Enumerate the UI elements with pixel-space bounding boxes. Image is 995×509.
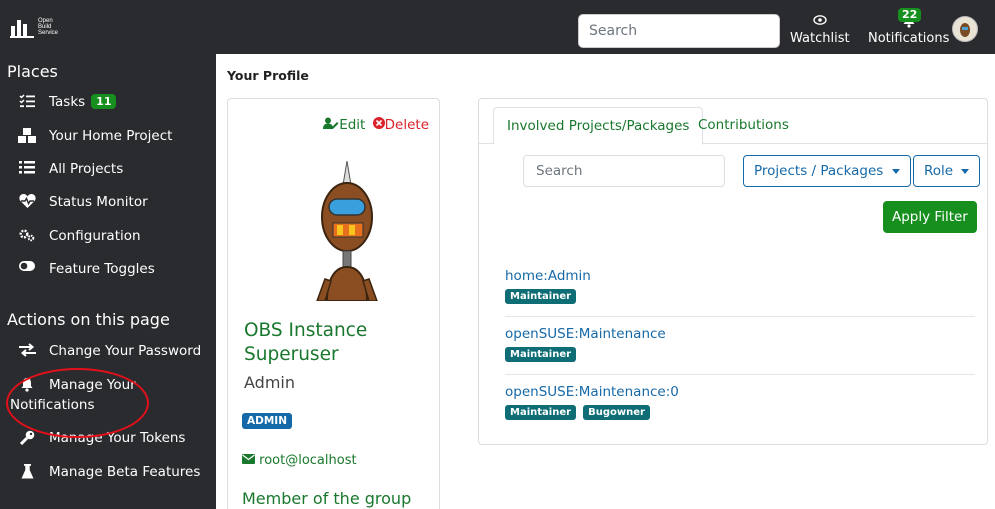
notifications-count-badge: 22: [898, 8, 922, 22]
global-search-input[interactable]: Search: [578, 14, 780, 48]
project-link[interactable]: home:Admin: [505, 268, 977, 284]
actions-heading: Actions on this page: [7, 310, 170, 329]
list-item: home:Admin Maintainer: [505, 268, 977, 304]
apply-filter-button[interactable]: Apply Filter: [883, 201, 977, 233]
envelope-icon: [242, 454, 255, 464]
list-item: openSUSE:Maintenance:0 Maintainer Bugown…: [505, 384, 977, 420]
sidebar-item-feature-toggles[interactable]: Feature Toggles: [17, 261, 155, 277]
email-text: root@localhost: [259, 453, 357, 468]
cogs-icon: [17, 228, 37, 242]
sidebar-item-label: Status Monitor: [49, 194, 148, 210]
member-of-group-heading: Member of the group: [242, 489, 412, 508]
tab-involved-projects[interactable]: Involved Projects/Packages: [493, 107, 704, 145]
involvement-search-input[interactable]: Search: [523, 155, 725, 187]
sidebar-item-label: All Projects: [49, 161, 124, 177]
logo-text: Open Build Service: [38, 18, 58, 36]
project-link[interactable]: openSUSE:Maintenance:0: [505, 384, 977, 400]
role-badge: Bugowner: [583, 405, 650, 420]
projects-packages-dropdown[interactable]: Projects / Packages: [743, 155, 911, 187]
watchlist-button[interactable]: Watchlist: [790, 13, 850, 46]
edit-label: Edit: [339, 117, 366, 133]
profile-realname: OBS Instance Superuser: [244, 319, 367, 367]
list-icon: [17, 161, 37, 174]
profile-name-line: Superuser: [244, 344, 339, 365]
eye-icon: [790, 13, 850, 31]
sidebar-item-home-project[interactable]: Your Home Project: [17, 128, 172, 144]
tasks-count-badge: 11: [91, 94, 117, 109]
sidebar-item-status-monitor[interactable]: Status Monitor: [17, 194, 148, 210]
role-badge: Maintainer: [505, 289, 577, 304]
list-item: openSUSE:Maintenance Maintainer: [505, 326, 977, 362]
sidebar-item-label: Change Your Password: [49, 343, 202, 359]
profile-login: Admin: [244, 373, 295, 392]
flask-icon: [17, 464, 37, 479]
sidebar-item-label: Your Home Project: [49, 128, 173, 144]
dropdown-label: Projects / Packages: [754, 163, 884, 179]
sidebar-item-beta-features[interactable]: Manage Beta Features: [17, 464, 200, 480]
delete-profile-button[interactable]: Delete: [372, 117, 429, 133]
sidebar-item-tasks[interactable]: Tasks 11: [17, 94, 117, 110]
sidebar-item-change-password[interactable]: Change Your Password: [17, 343, 201, 359]
admin-badge: ADMIN: [242, 413, 292, 429]
sidebar-item-configuration[interactable]: Configuration: [17, 228, 141, 244]
project-link[interactable]: openSUSE:Maintenance: [505, 326, 977, 342]
cubes-icon: [17, 128, 37, 143]
caret-down-icon: [891, 169, 900, 174]
obs-logo-icon: [10, 20, 34, 38]
user-edit-icon: [323, 117, 339, 129]
role-badge: Maintainer: [505, 405, 577, 420]
sidebar-item-label: Tasks: [49, 94, 86, 110]
watchlist-label: Watchlist: [790, 31, 850, 46]
edit-profile-button[interactable]: Edit: [323, 117, 369, 133]
places-heading: Places: [7, 62, 58, 81]
role-badge: Maintainer: [505, 347, 577, 362]
toggle-icon: [17, 261, 37, 271]
caret-down-icon: [961, 169, 970, 174]
times-circle-icon: [372, 117, 385, 129]
sidebar: Places Tasks 11 Your Home Project All Pr…: [0, 54, 216, 509]
profile-email-link[interactable]: root@localhost: [242, 453, 357, 468]
key-icon: [17, 430, 37, 445]
profile-actions: Edit Delete: [323, 117, 429, 133]
logo-text-line: Service: [38, 30, 59, 36]
divider: [505, 374, 975, 375]
profile-card: Edit Delete OBS Instance Superuser Admin…: [227, 98, 440, 509]
top-navbar: Open Build Service Search Watchlist Noti…: [0, 0, 995, 54]
delete-label: Delete: [384, 117, 429, 133]
annotation-circle: [6, 368, 149, 438]
role-dropdown[interactable]: Role: [913, 155, 981, 187]
tab-contributions[interactable]: Contributions: [685, 107, 802, 145]
sidebar-item-label: Configuration: [49, 228, 141, 244]
involvement-card: Involved Projects/Packages Contributions…: [478, 98, 988, 445]
sidebar-item-label: Manage Beta Features: [49, 464, 201, 480]
dropdown-label: Role: [924, 163, 954, 179]
user-avatar[interactable]: [952, 16, 978, 42]
tasks-icon: [17, 94, 37, 108]
obs-logo[interactable]: Open Build Service: [10, 10, 110, 44]
sidebar-item-all-projects[interactable]: All Projects: [17, 161, 123, 177]
divider: [505, 316, 975, 317]
profile-name-line: OBS Instance: [244, 320, 368, 341]
heartbeat-icon: [17, 194, 37, 208]
sidebar-item-label: Feature Toggles: [49, 261, 155, 277]
page-title: Your Profile: [227, 68, 309, 83]
exchange-icon: [17, 343, 37, 357]
profile-avatar-robot: [316, 161, 378, 301]
tab-bar: Involved Projects/Packages Contributions: [479, 99, 987, 145]
notifications-label: Notifications: [868, 31, 950, 46]
